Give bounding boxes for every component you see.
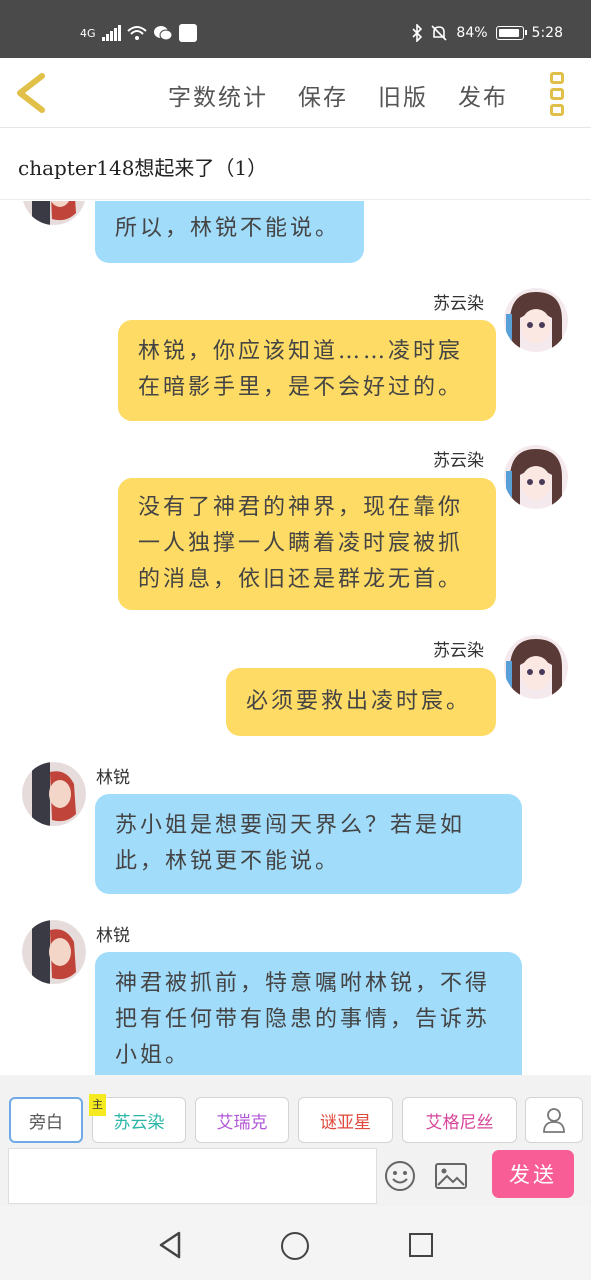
nav-back-icon[interactable] [157,1230,183,1260]
message-bubble[interactable]: 必须要救出凌时宸。 [226,668,496,736]
person-icon [543,1108,565,1133]
message-line: 苏小姐是想要闯天界么？若是如 [115,813,466,838]
message-bubble[interactable]: 神君被抓前，特意嘱咐林锐，不得 把有任何带有隐患的事情，告诉苏 小姐。 [95,952,522,1075]
image-icon[interactable] [435,1163,467,1189]
mute-bell-icon [431,25,447,41]
message-bubble[interactable]: 没有了神君的神界，现在靠你 一人独撑一人瞒着凌时宸被抓 的消息，依旧还是群龙无首… [118,478,496,610]
role-button-aigenisi[interactable]: 艾格尼丝 [402,1097,517,1143]
back-arrow-icon[interactable] [12,72,52,114]
top-toolbar: 字数统计 保存 旧版 发布 [0,58,591,128]
status-bar: 4G 84% 5:28 [0,0,591,58]
signal-icon [101,25,121,41]
network-type: 4G [80,26,96,40]
word-count-button[interactable]: 字数统计 [168,78,268,112]
message-line: 没有了神君的神界，现在靠你 [138,495,464,520]
message-line: 林锐，你应该知道……凌时宸 [138,339,464,364]
add-role-button[interactable] [525,1097,583,1143]
message-bubble[interactable]: 苏小姐是想要闯天界么？若是如 此，林锐更不能说。 [95,794,522,894]
toolbar-actions: 字数统计 保存 旧版 发布 [168,78,508,112]
speaker-name: 林锐 [96,768,130,788]
role-label: 艾格尼丝 [425,1112,494,1133]
role-button-miyaxing[interactable]: 谜亚星 [298,1097,393,1143]
avatar-linrui[interactable] [22,762,86,826]
speaker-name: 林锐 [96,926,130,946]
message-line: 小姐。 [115,1043,191,1068]
nav-recents-icon[interactable] [409,1233,433,1257]
chat-area[interactable]: 所以，林锐不能说。 苏云染 林锐，你应该知道……凌时宸 在暗影手里，是不会好过的… [0,201,591,1075]
nav-home-icon[interactable] [281,1232,309,1260]
battery-icon [495,26,527,40]
composer-panel: 旁白 苏云染 主 艾瑞克 谜亚星 艾格尼丝 发送 [0,1075,591,1206]
speaker-name: 苏云染 [433,641,484,661]
battery-percent: 84% [456,25,488,41]
more-menu-icon[interactable] [550,72,566,116]
avatar-linrui[interactable] [22,920,86,984]
app-notification-icon [178,24,197,42]
system-nav-bar [0,1206,591,1280]
wechat-icon [153,26,173,41]
publish-button[interactable]: 发布 [458,78,508,112]
role-label: 苏云染 [113,1112,165,1133]
emoji-icon[interactable] [384,1160,416,1192]
chapter-title: chapter148想起来了（1） [18,156,268,180]
clock: 5:28 [531,25,563,41]
message-line: 此，林锐更不能说。 [115,849,341,874]
avatar-suyunran[interactable] [504,288,568,352]
role-narration-button[interactable]: 旁白 [9,1097,83,1143]
avatar-suyunran[interactable] [504,445,568,509]
send-label: 发送 [509,1163,557,1187]
message-line: 的消息，依旧还是群龙无首。 [138,567,464,592]
message-text: 必须要救出凌时宸。 [246,689,472,714]
message-input[interactable] [8,1148,377,1204]
status-right: 84% 5:28 [412,24,563,42]
avatar-linrui[interactable] [22,201,86,225]
avatar-suyunran[interactable] [504,635,568,699]
role-button-airuike[interactable]: 艾瑞克 [195,1097,289,1143]
role-label: 艾瑞克 [216,1112,268,1133]
message-bubble[interactable]: 所以，林锐不能说。 [95,201,364,263]
main-role-badge: 主 [89,1094,106,1116]
save-button[interactable]: 保存 [298,78,348,112]
message-line: 在暗影手里，是不会好过的。 [138,375,464,400]
message-line: 神君被抓前，特意嘱咐林锐，不得 [115,971,491,996]
old-version-button[interactable]: 旧版 [378,78,428,112]
message-line: 一人独撑一人瞒着凌时宸被抓 [138,531,464,556]
message-text: 所以，林锐不能说。 [115,216,341,241]
role-label: 谜亚星 [320,1112,371,1133]
speaker-name: 苏云染 [433,451,484,471]
chapter-header[interactable]: chapter148想起来了（1） [0,128,591,200]
bluetooth-icon [412,24,423,42]
status-left: 4G [80,24,197,42]
role-label: 旁白 [29,1112,63,1133]
send-button[interactable]: 发送 [492,1150,574,1198]
wifi-icon [126,26,147,40]
role-button-suyunran[interactable]: 苏云染 [92,1097,186,1143]
message-bubble[interactable]: 林锐，你应该知道……凌时宸 在暗影手里，是不会好过的。 [118,320,496,421]
speaker-name: 苏云染 [433,294,484,314]
message-line: 把有任何带有隐患的事情，告诉苏 [115,1007,491,1032]
